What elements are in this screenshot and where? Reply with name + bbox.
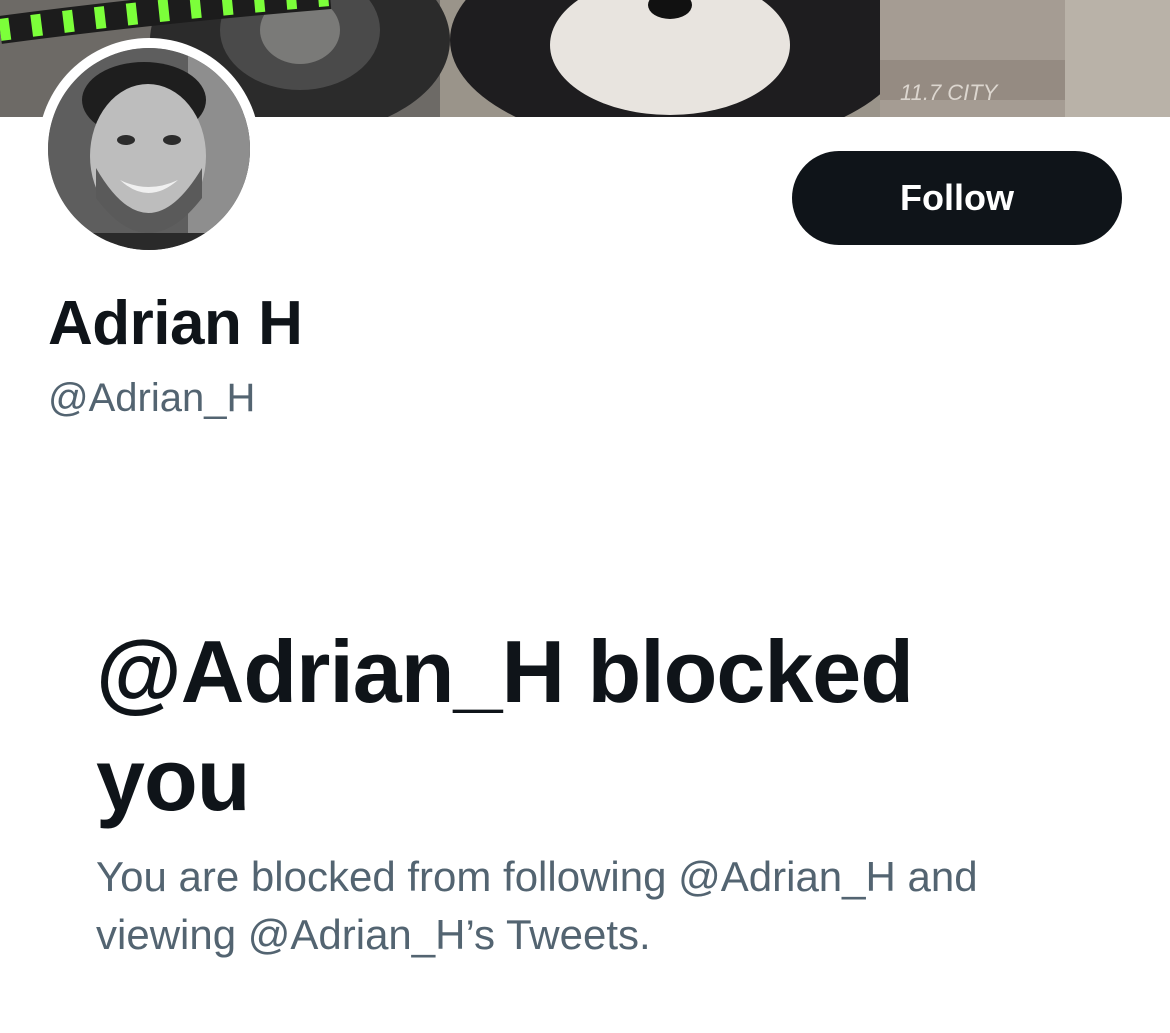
profile-display-name: Adrian H	[48, 289, 303, 358]
follow-button[interactable]: Follow	[792, 151, 1122, 245]
avatar-border	[38, 38, 260, 260]
profile-handle: @Adrian_H	[48, 376, 256, 420]
avatar[interactable]	[48, 48, 250, 250]
blocked-description: You are blocked from following @Adrian_H…	[96, 853, 978, 958]
blocked-title: @Adrian_H blocked you	[96, 622, 914, 829]
avatar-photo	[48, 48, 250, 250]
svg-text:11.7 CITY: 11.7 CITY	[900, 80, 999, 105]
profile-page: 11.7 CITY Follow Adrian H @Adrian_H @Adr…	[0, 0, 1170, 1033]
